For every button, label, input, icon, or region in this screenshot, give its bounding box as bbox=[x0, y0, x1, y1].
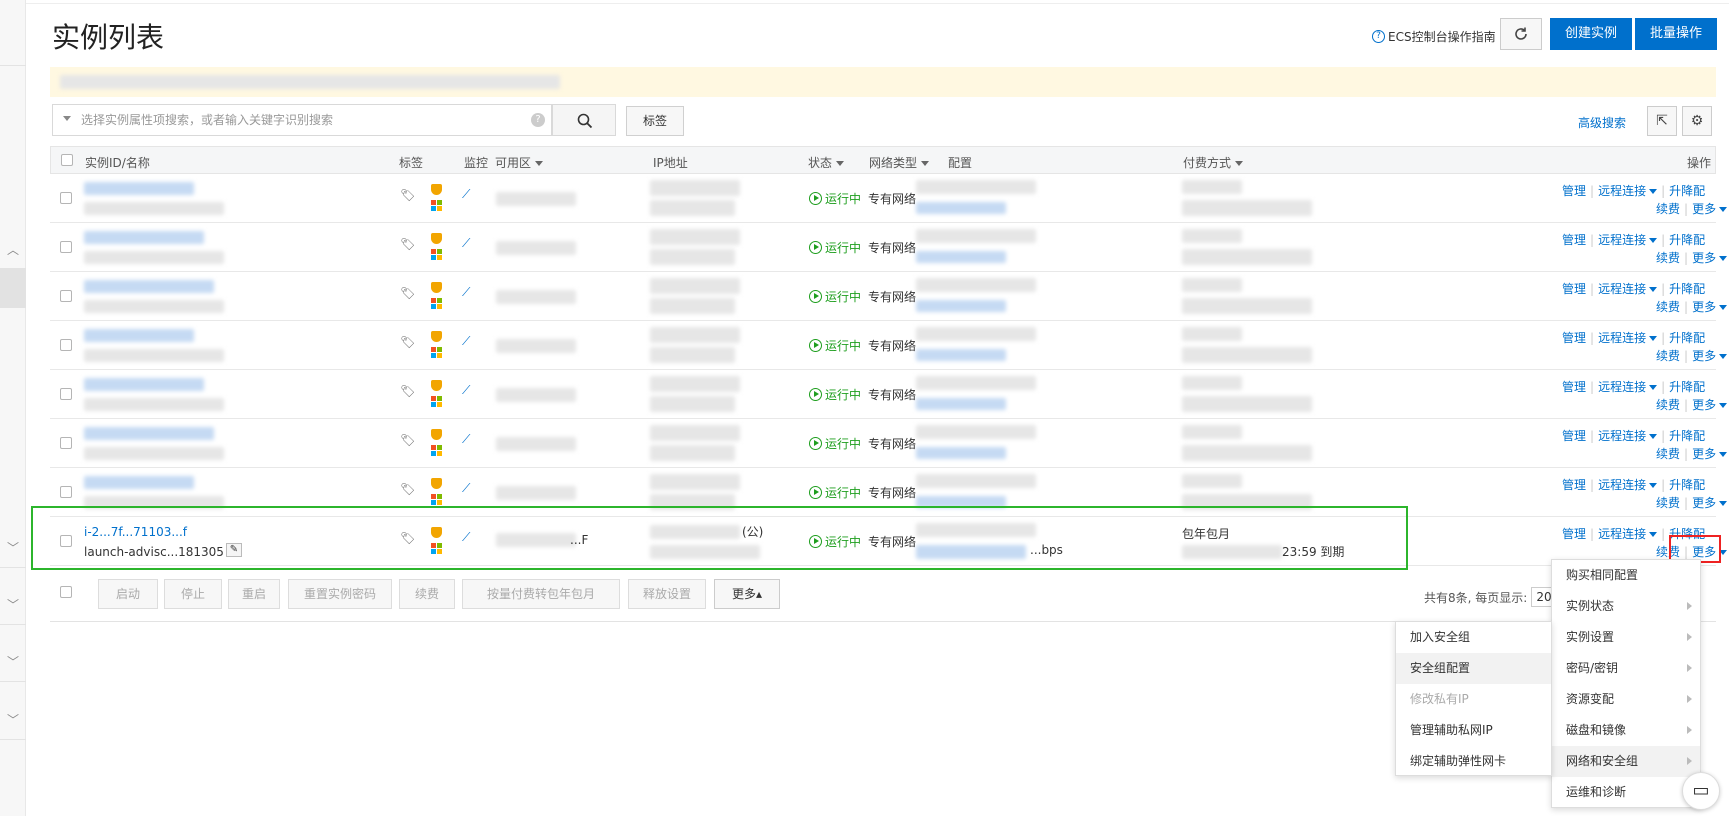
chevron-right-icon bbox=[1687, 757, 1692, 765]
menu-item-label: 磁盘和镜像 bbox=[1566, 723, 1627, 737]
join-security-group-item[interactable]: 加入安全组 bbox=[1396, 622, 1551, 653]
security-group-config-item[interactable]: 安全组配置 bbox=[1396, 653, 1551, 684]
instance-status-item[interactable]: 实例状态 bbox=[1552, 591, 1700, 622]
chevron-right-icon bbox=[1687, 726, 1692, 734]
resource-change-item[interactable]: 资源变配 bbox=[1552, 684, 1700, 715]
pager-prefix: 共有8条, 每页显示: bbox=[1424, 590, 1528, 605]
release-settings-button[interactable]: 释放设置 bbox=[628, 579, 706, 609]
password-key-item[interactable]: 密码/密钥 bbox=[1552, 653, 1700, 684]
chevron-right-icon bbox=[1687, 695, 1692, 703]
start-button[interactable]: 启动 bbox=[98, 579, 158, 609]
convert-billing-button[interactable]: 按量付费转包年包月 bbox=[462, 579, 620, 609]
menu-item-label: 网络和安全组 bbox=[1566, 754, 1639, 768]
menu-item-label: 资源变配 bbox=[1566, 692, 1615, 706]
ops-diagnosis-item[interactable]: 运维和诊断 bbox=[1552, 777, 1700, 808]
instance-settings-item[interactable]: 实例设置 bbox=[1552, 622, 1700, 653]
disk-image-item[interactable]: 磁盘和镜像 bbox=[1552, 715, 1700, 746]
restart-button[interactable]: 重启 bbox=[228, 579, 280, 609]
chevron-right-icon bbox=[1687, 633, 1692, 641]
menu-item-label: 购买相同配置 bbox=[1566, 568, 1639, 582]
more-actions-button[interactable]: 更多▴ bbox=[714, 579, 780, 609]
menu-item-label: 密码/密钥 bbox=[1566, 661, 1619, 675]
chevron-right-icon bbox=[1687, 664, 1692, 672]
stop-button[interactable]: 停止 bbox=[164, 579, 222, 609]
footer-bar: 启动 停止 重启 重置实例密码 续费 按量付费转包年包月 释放设置 更多▴ 共有8条, 每页显… bbox=[50, 574, 1716, 622]
network-security-item[interactable]: 网络和安全组 bbox=[1552, 746, 1700, 777]
menu-item-label: 实例状态 bbox=[1566, 599, 1615, 613]
manage-secondary-ip-item[interactable]: 管理辅助私网IP bbox=[1396, 715, 1551, 746]
network-submenu: 加入安全组 安全组配置 修改私有IP 管理辅助私网IP 绑定辅助弹性网卡 bbox=[1395, 621, 1552, 776]
chat-icon[interactable]: ▭ bbox=[1682, 772, 1720, 810]
chevron-right-icon bbox=[1687, 602, 1692, 610]
modify-private-ip-item[interactable]: 修改私有IP bbox=[1396, 684, 1551, 715]
menu-item-label: 实例设置 bbox=[1566, 630, 1615, 644]
buy-same-config-item[interactable]: 购买相同配置 bbox=[1552, 560, 1700, 591]
reset-password-button[interactable]: 重置实例密码 bbox=[288, 579, 392, 609]
more-dropdown-menu: 购买相同配置 实例状态实例设置密码/密钥资源变配磁盘和镜像网络和安全组 运维和诊断 bbox=[1551, 559, 1701, 808]
renew-button[interactable]: 续费 bbox=[399, 579, 455, 609]
menu-item-label: 运维和诊断 bbox=[1566, 785, 1627, 799]
select-all-footer-checkbox[interactable] bbox=[60, 586, 72, 598]
bind-secondary-eni-item[interactable]: 绑定辅助弹性网卡 bbox=[1396, 746, 1551, 777]
